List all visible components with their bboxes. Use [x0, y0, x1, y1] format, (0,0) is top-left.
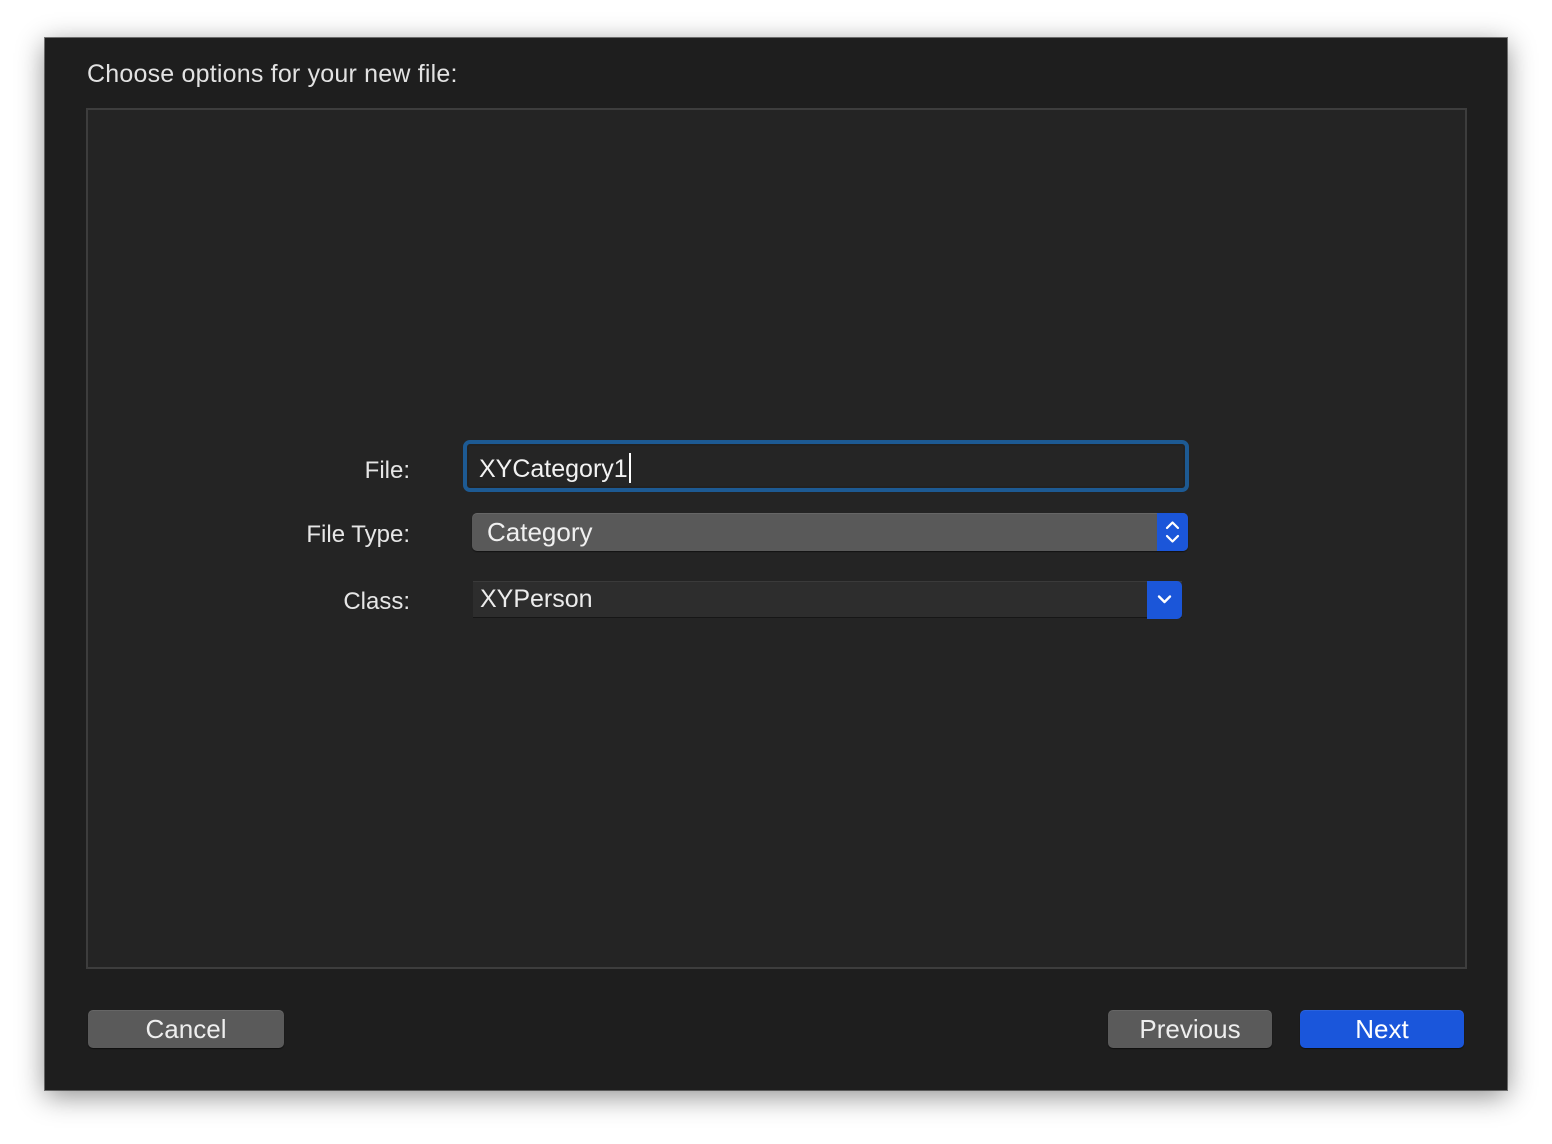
sheet-title: Choose options for your new file: [87, 60, 458, 88]
class-label: Class: [343, 588, 410, 615]
file-type-popup[interactable]: Category [472, 513, 1188, 551]
file-type-value: Category [487, 517, 593, 547]
file-name-text: XYCategory1 [479, 455, 628, 483]
file-type-label: File Type: [306, 521, 410, 548]
class-value: XYPerson [480, 585, 593, 613]
chevron-up-down-icon[interactable] [1157, 513, 1188, 551]
next-button[interactable]: Next [1300, 1010, 1464, 1048]
new-file-options-sheet: Choose options for your new file: File: … [45, 38, 1507, 1090]
file-name-input[interactable]: XYCategory1 [463, 440, 1189, 492]
chevron-down-icon[interactable] [1147, 581, 1182, 619]
file-name-value: XYCategory1 [479, 453, 631, 484]
options-panel: File: XYCategory1 File Type: Category Cl… [86, 108, 1467, 969]
cancel-button[interactable]: Cancel [88, 1010, 284, 1048]
text-caret [628, 453, 631, 483]
previous-button[interactable]: Previous [1108, 1010, 1272, 1048]
class-combo-box[interactable]: XYPerson [473, 581, 1182, 619]
file-label: File: [364, 457, 410, 484]
